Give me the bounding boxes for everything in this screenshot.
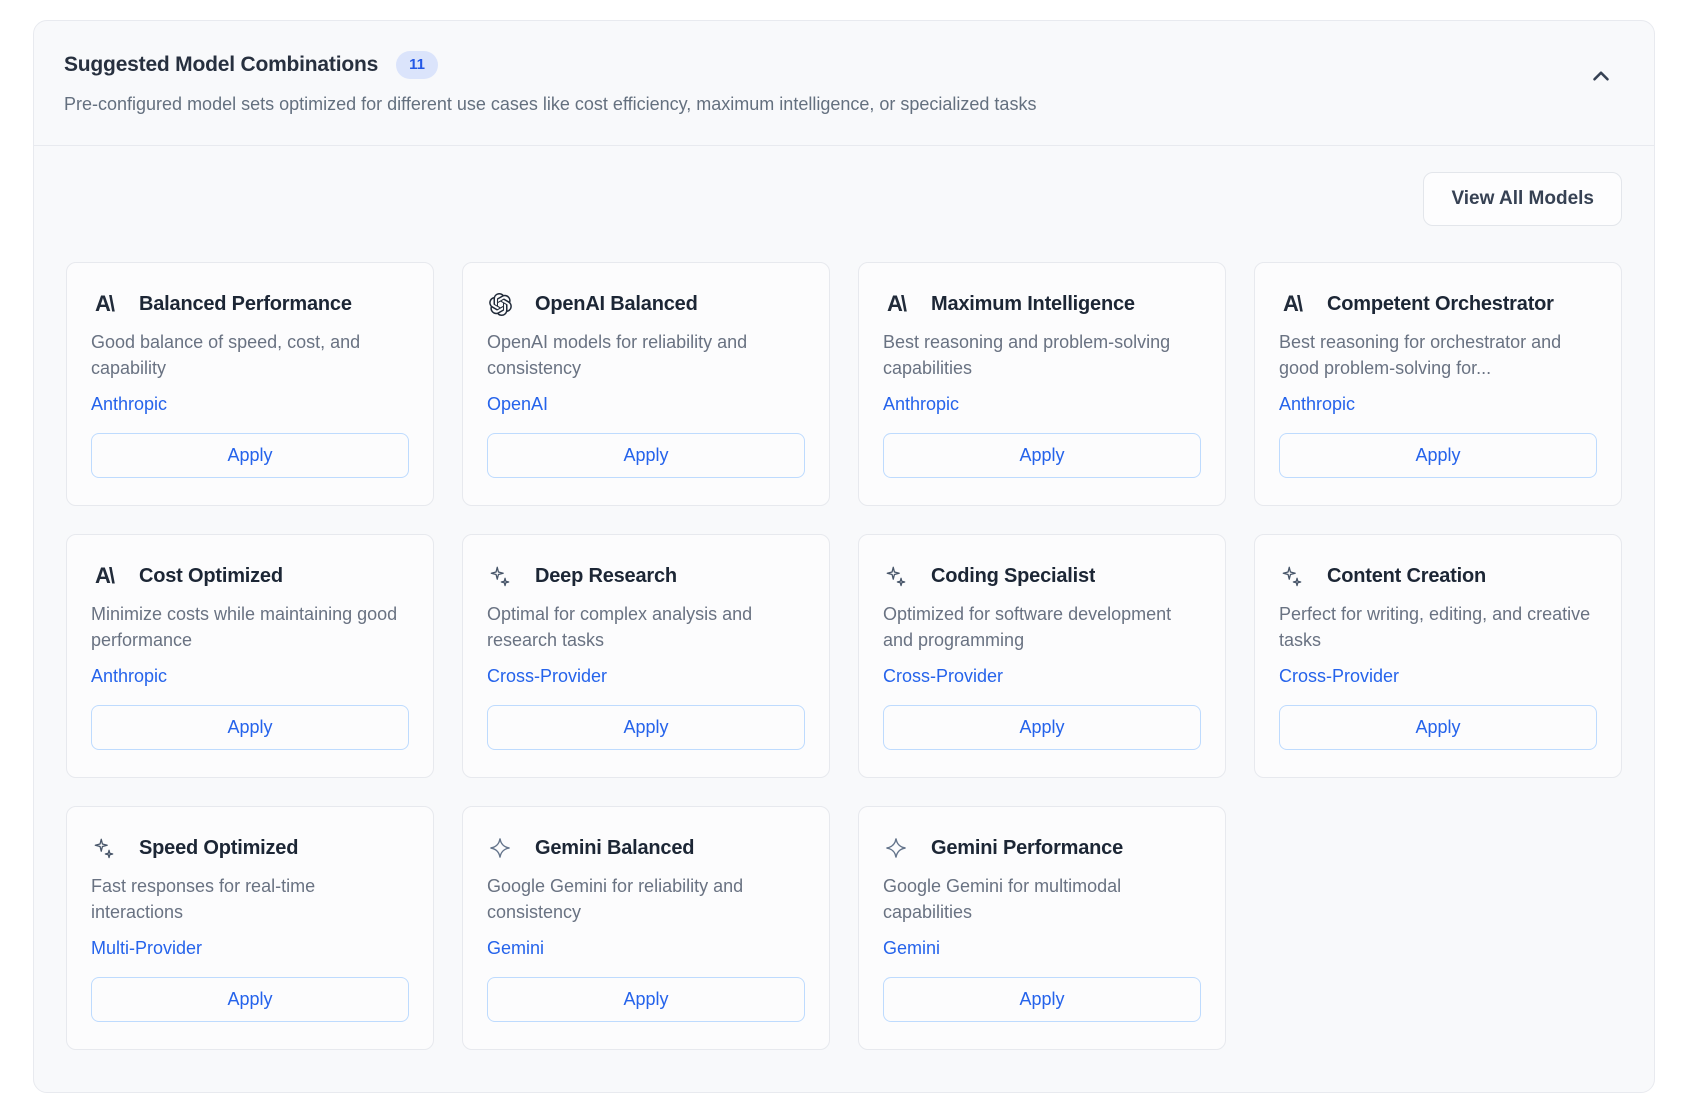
card-header: Content Creation [1279,563,1597,589]
apply-button[interactable]: Apply [91,977,409,1022]
model-combination-card: A\ Cost Optimized Minimize costs while m… [66,534,434,778]
card-provider-link[interactable]: Gemini [883,938,1201,959]
card-header: Coding Specialist [883,563,1201,589]
gemini-icon [487,835,513,861]
card-description: Perfect for writing, editing, and creati… [1279,601,1597,653]
model-combination-card: Deep Research Optimal for complex analys… [462,534,830,778]
card-description: OpenAI models for reliability and consis… [487,329,805,381]
card-description: Minimize costs while maintaining good pe… [91,601,409,653]
apply-button[interactable]: Apply [883,705,1201,750]
card-title: Cost Optimized [139,565,283,588]
card-header: Deep Research [487,563,805,589]
card-provider-link[interactable]: OpenAI [487,394,805,415]
count-badge: 11 [396,51,438,79]
model-combinations-grid: A\ Balanced Performance Good balance of … [66,262,1622,1050]
model-combination-card: Gemini Performance Google Gemini for mul… [858,806,1226,1050]
card-title: Deep Research [535,565,677,588]
card-provider-link[interactable]: Gemini [487,938,805,959]
collapse-button[interactable] [1584,59,1618,93]
card-description: Fast responses for real-time interaction… [91,873,409,925]
anthropic-icon: A\ [91,563,117,589]
card-provider-link[interactable]: Anthropic [91,666,409,687]
apply-button[interactable]: Apply [487,977,805,1022]
card-description: Google Gemini for reliability and consis… [487,873,805,925]
suggested-model-combinations-panel: Suggested Model Combinations 11 Pre-conf… [33,20,1655,1093]
model-combination-card: A\ Balanced Performance Good balance of … [66,262,434,506]
card-header: Speed Optimized [91,835,409,861]
openai-icon [487,291,513,317]
apply-button[interactable]: Apply [1279,433,1597,478]
apply-button[interactable]: Apply [487,705,805,750]
sparkles-icon [1279,563,1305,589]
panel-header: Suggested Model Combinations 11 Pre-conf… [34,21,1654,146]
panel-title: Suggested Model Combinations [64,53,378,77]
card-header: A\ Maximum Intelligence [883,291,1201,317]
toolbar: View All Models [66,172,1622,226]
anthropic-icon: A\ [883,291,909,317]
card-header: OpenAI Balanced [487,291,805,317]
card-header: A\ Balanced Performance [91,291,409,317]
model-combination-card: Content Creation Perfect for writing, ed… [1254,534,1622,778]
card-provider-link[interactable]: Anthropic [883,394,1201,415]
card-title: Coding Specialist [931,565,1095,588]
apply-button[interactable]: Apply [91,705,409,750]
model-combination-card: Speed Optimized Fast responses for real-… [66,806,434,1050]
model-combination-card: Gemini Balanced Google Gemini for reliab… [462,806,830,1050]
card-provider-link[interactable]: Multi-Provider [91,938,409,959]
panel-header-text: Suggested Model Combinations 11 Pre-conf… [64,51,1036,115]
card-description: Optimal for complex analysis and researc… [487,601,805,653]
card-header: Gemini Performance [883,835,1201,861]
card-provider-link[interactable]: Cross-Provider [487,666,805,687]
card-description: Google Gemini for multimodal capabilitie… [883,873,1201,925]
card-provider-link[interactable]: Anthropic [1279,394,1597,415]
card-title: Balanced Performance [139,293,352,316]
card-description: Best reasoning for orchestrator and good… [1279,329,1597,381]
panel-body: View All Models A\ Balanced Performance … [34,146,1654,1092]
card-title: Gemini Performance [931,837,1123,860]
model-combination-card: A\ Competent Orchestrator Best reasoning… [1254,262,1622,506]
gemini-icon [883,835,909,861]
apply-button[interactable]: Apply [1279,705,1597,750]
view-all-models-button[interactable]: View All Models [1423,172,1622,226]
apply-button[interactable]: Apply [487,433,805,478]
card-provider-link[interactable]: Cross-Provider [1279,666,1597,687]
card-description: Best reasoning and problem-solving capab… [883,329,1201,381]
sparkles-icon [487,563,513,589]
card-title: Speed Optimized [139,837,298,860]
card-title: Content Creation [1327,565,1486,588]
card-header: A\ Cost Optimized [91,563,409,589]
model-combination-card: A\ Maximum Intelligence Best reasoning a… [858,262,1226,506]
model-combination-card: OpenAI Balanced OpenAI models for reliab… [462,262,830,506]
panel-subtitle: Pre-configured model sets optimized for … [64,94,1036,115]
sparkles-icon [883,563,909,589]
card-title: OpenAI Balanced [535,293,698,316]
chevron-up-icon [1588,77,1614,92]
card-provider-link[interactable]: Cross-Provider [883,666,1201,687]
card-title: Competent Orchestrator [1327,293,1554,316]
anthropic-icon: A\ [91,291,117,317]
apply-button[interactable]: Apply [883,433,1201,478]
card-title: Maximum Intelligence [931,293,1135,316]
anthropic-icon: A\ [1279,291,1305,317]
sparkles-icon [91,835,117,861]
model-combination-card: Coding Specialist Optimized for software… [858,534,1226,778]
card-header: A\ Competent Orchestrator [1279,291,1597,317]
apply-button[interactable]: Apply [91,433,409,478]
card-description: Good balance of speed, cost, and capabil… [91,329,409,381]
card-title: Gemini Balanced [535,837,694,860]
card-header: Gemini Balanced [487,835,805,861]
card-description: Optimized for software development and p… [883,601,1201,653]
apply-button[interactable]: Apply [883,977,1201,1022]
card-provider-link[interactable]: Anthropic [91,394,409,415]
